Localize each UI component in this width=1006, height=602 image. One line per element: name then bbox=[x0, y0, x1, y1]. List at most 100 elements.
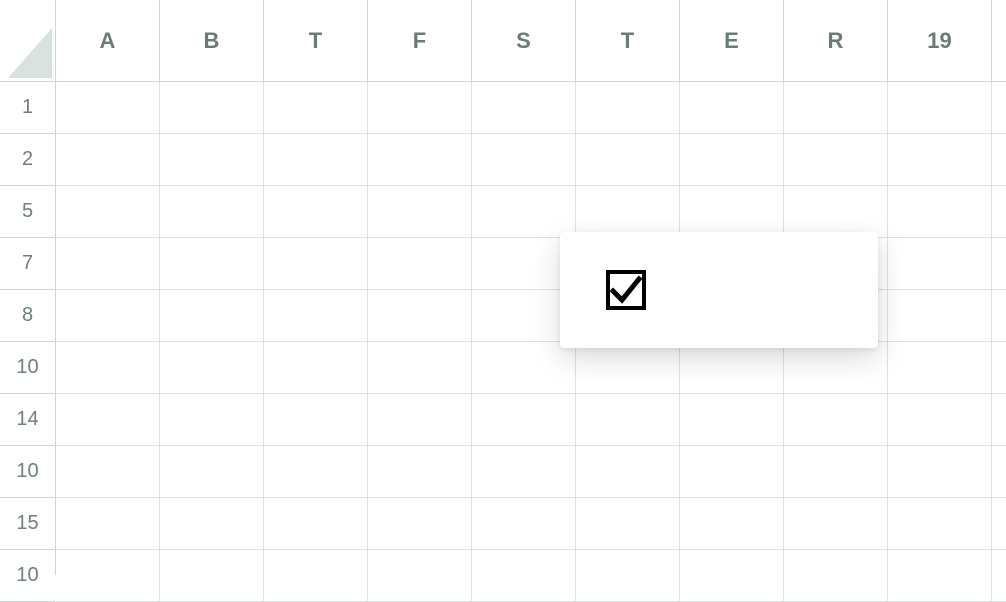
cell[interactable] bbox=[784, 134, 888, 186]
cell[interactable] bbox=[472, 342, 576, 394]
cell[interactable] bbox=[56, 238, 160, 290]
cell[interactable] bbox=[888, 238, 992, 290]
cell[interactable] bbox=[264, 498, 368, 550]
cell[interactable] bbox=[368, 446, 472, 498]
cell[interactable] bbox=[368, 186, 472, 238]
row-header[interactable]: 1 bbox=[0, 82, 55, 134]
cell[interactable] bbox=[680, 550, 784, 602]
cell[interactable] bbox=[888, 498, 992, 550]
cell[interactable] bbox=[992, 498, 1006, 550]
column-header[interactable] bbox=[992, 0, 1006, 81]
cell[interactable] bbox=[368, 238, 472, 290]
cell[interactable] bbox=[888, 394, 992, 446]
select-all-corner[interactable] bbox=[0, 0, 56, 82]
row-header[interactable]: 14 bbox=[0, 394, 55, 446]
cell[interactable] bbox=[576, 186, 680, 238]
cell[interactable] bbox=[472, 394, 576, 446]
cell[interactable] bbox=[784, 82, 888, 134]
cell[interactable] bbox=[888, 290, 992, 342]
cell[interactable] bbox=[784, 342, 888, 394]
cell[interactable] bbox=[264, 290, 368, 342]
cell[interactable] bbox=[56, 186, 160, 238]
row-header[interactable]: 10 bbox=[0, 342, 55, 394]
row-header[interactable]: 10 bbox=[0, 550, 55, 602]
cell[interactable] bbox=[888, 82, 992, 134]
column-header[interactable]: A bbox=[56, 0, 160, 81]
row-header[interactable]: 8 bbox=[0, 290, 55, 342]
cell[interactable] bbox=[160, 446, 264, 498]
cell[interactable] bbox=[56, 498, 160, 550]
cell[interactable] bbox=[472, 186, 576, 238]
column-header[interactable]: B bbox=[160, 0, 264, 81]
cell[interactable] bbox=[160, 186, 264, 238]
cell[interactable] bbox=[576, 134, 680, 186]
cell[interactable] bbox=[992, 342, 1006, 394]
cell[interactable] bbox=[160, 394, 264, 446]
cell[interactable] bbox=[680, 134, 784, 186]
cell[interactable] bbox=[992, 186, 1006, 238]
cell[interactable] bbox=[992, 550, 1006, 602]
cell[interactable] bbox=[368, 342, 472, 394]
row-header[interactable]: 2 bbox=[0, 134, 55, 186]
cell[interactable] bbox=[368, 498, 472, 550]
cell[interactable] bbox=[576, 446, 680, 498]
cell[interactable] bbox=[784, 394, 888, 446]
cell[interactable] bbox=[576, 394, 680, 446]
cell[interactable] bbox=[680, 446, 784, 498]
cell[interactable] bbox=[56, 342, 160, 394]
cell[interactable] bbox=[368, 550, 472, 602]
cell[interactable] bbox=[680, 342, 784, 394]
column-header[interactable]: S bbox=[472, 0, 576, 81]
row-header[interactable]: 10 bbox=[0, 446, 55, 498]
cell[interactable] bbox=[56, 550, 160, 602]
cell[interactable] bbox=[264, 550, 368, 602]
cell[interactable] bbox=[264, 238, 368, 290]
cell[interactable] bbox=[992, 394, 1006, 446]
column-header[interactable]: 19 bbox=[888, 0, 992, 81]
cell[interactable] bbox=[472, 82, 576, 134]
cell[interactable] bbox=[472, 498, 576, 550]
cell[interactable] bbox=[576, 82, 680, 134]
cell[interactable] bbox=[160, 550, 264, 602]
cell[interactable] bbox=[784, 498, 888, 550]
cell[interactable] bbox=[264, 394, 368, 446]
cell[interactable] bbox=[264, 134, 368, 186]
cell[interactable] bbox=[368, 290, 472, 342]
cell[interactable] bbox=[56, 446, 160, 498]
cell[interactable] bbox=[680, 186, 784, 238]
cell[interactable] bbox=[264, 186, 368, 238]
cell[interactable] bbox=[264, 342, 368, 394]
cell[interactable] bbox=[160, 238, 264, 290]
cell[interactable] bbox=[368, 394, 472, 446]
cell[interactable] bbox=[160, 342, 264, 394]
column-header[interactable]: R bbox=[784, 0, 888, 81]
cell[interactable] bbox=[680, 82, 784, 134]
cell[interactable] bbox=[784, 446, 888, 498]
cell[interactable] bbox=[56, 134, 160, 186]
cell[interactable] bbox=[264, 446, 368, 498]
cell[interactable] bbox=[888, 134, 992, 186]
cell[interactable] bbox=[992, 82, 1006, 134]
cell[interactable] bbox=[992, 290, 1006, 342]
column-header[interactable]: T bbox=[264, 0, 368, 81]
cell[interactable] bbox=[576, 498, 680, 550]
cell[interactable] bbox=[368, 82, 472, 134]
cell[interactable] bbox=[160, 290, 264, 342]
cell[interactable] bbox=[56, 290, 160, 342]
cell[interactable] bbox=[992, 446, 1006, 498]
cell[interactable] bbox=[160, 498, 264, 550]
cell[interactable] bbox=[160, 82, 264, 134]
cell[interactable] bbox=[888, 550, 992, 602]
cell[interactable] bbox=[56, 394, 160, 446]
cell[interactable] bbox=[576, 550, 680, 602]
row-header[interactable]: 5 bbox=[0, 186, 55, 238]
cell[interactable] bbox=[992, 134, 1006, 186]
cell[interactable] bbox=[888, 186, 992, 238]
cell[interactable] bbox=[680, 498, 784, 550]
cell[interactable] bbox=[56, 82, 160, 134]
row-header[interactable]: 7 bbox=[0, 238, 55, 290]
cell[interactable] bbox=[264, 82, 368, 134]
cell[interactable] bbox=[784, 186, 888, 238]
cell[interactable] bbox=[472, 134, 576, 186]
checkbox-checked[interactable] bbox=[606, 270, 646, 310]
